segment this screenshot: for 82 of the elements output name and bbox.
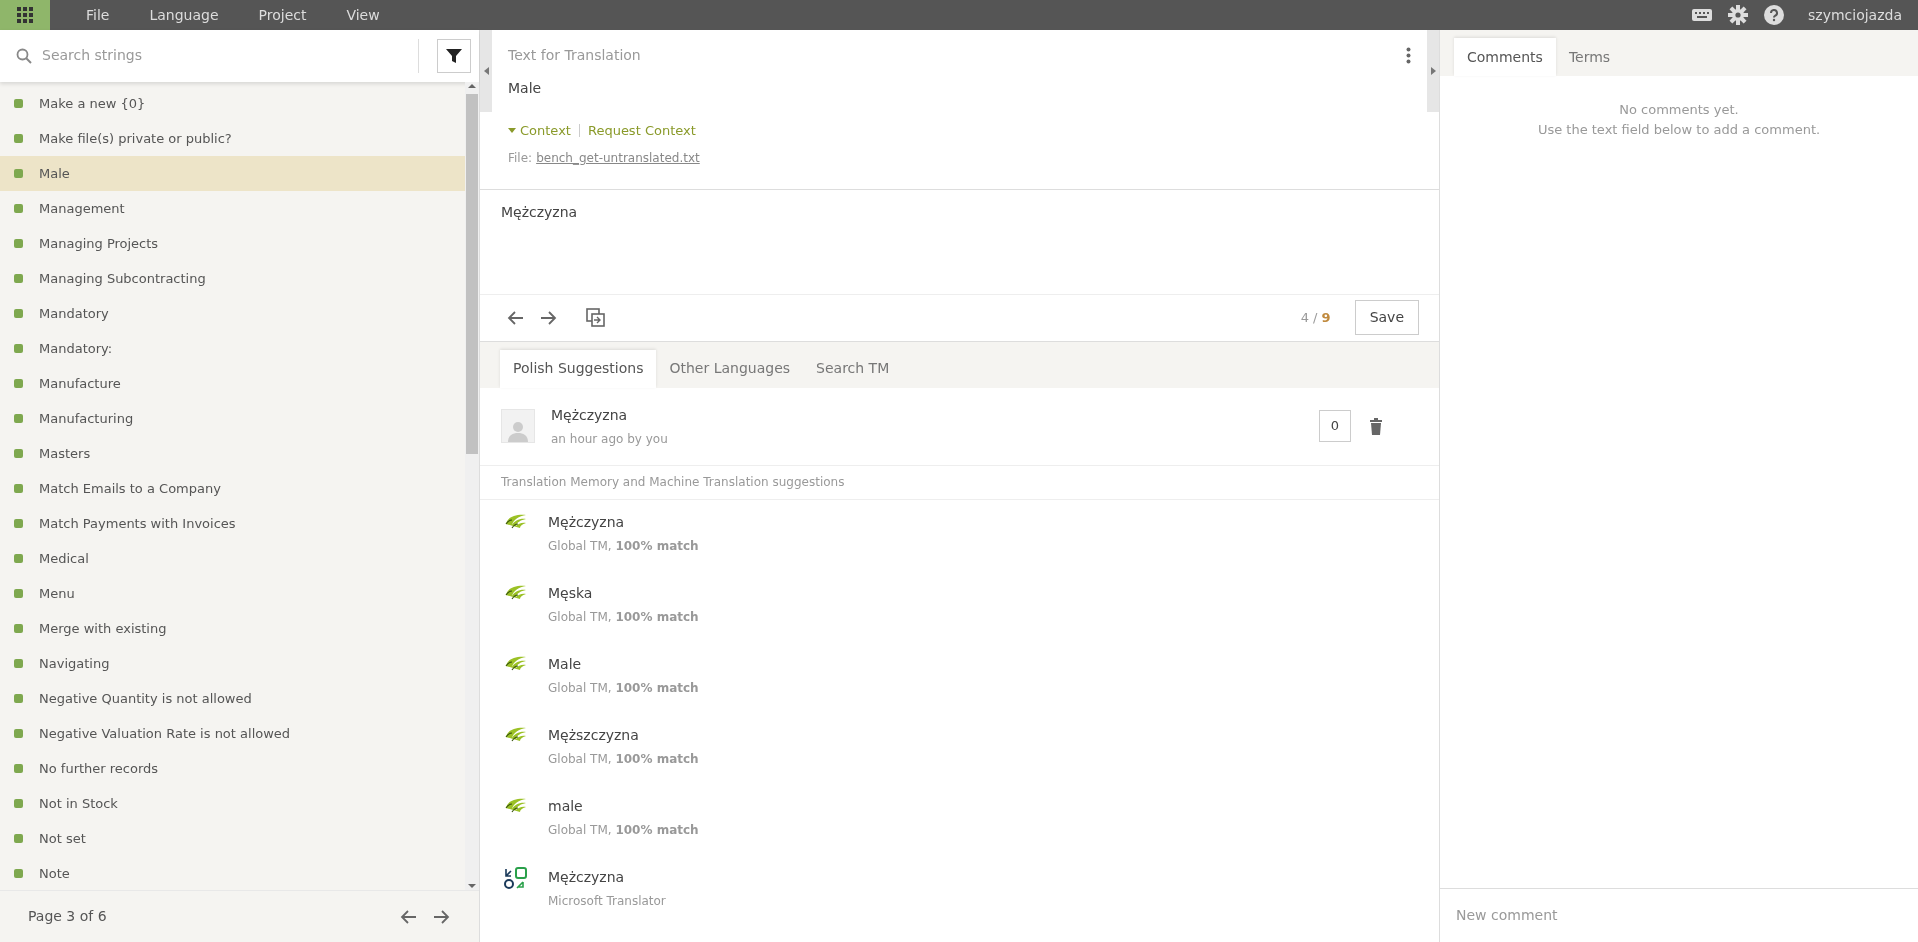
search-field[interactable]: Search strings — [16, 30, 400, 82]
suggestion-text[interactable]: Mężczyzna — [548, 866, 666, 888]
vote-count[interactable]: 0 — [1319, 410, 1351, 442]
person-silhouette-icon — [507, 420, 529, 442]
string-item[interactable]: Managing Projects — [0, 225, 465, 261]
string-item[interactable]: Merge with existing — [0, 610, 465, 646]
suggestion-source: Global TM, 100% match — [548, 821, 699, 839]
settings-icon[interactable] — [1728, 5, 1748, 25]
filter-button[interactable] — [437, 38, 471, 73]
filter-icon — [445, 46, 463, 65]
search-input[interactable]: Search strings — [40, 44, 400, 68]
top-menu-entry[interactable]: Language — [129, 4, 239, 26]
caret-left-icon — [482, 66, 490, 76]
string-item[interactable]: Match Emails to a Company — [0, 470, 465, 506]
previous-page-icon[interactable] — [399, 907, 417, 926]
string-item[interactable]: Not set — [0, 820, 465, 856]
translate-icon — [504, 866, 528, 891]
suggestion-tab[interactable]: Search TM — [803, 349, 903, 388]
scrollbar[interactable] — [465, 81, 479, 891]
string-item[interactable]: Manufacturing — [0, 400, 465, 436]
source-text: Male — [508, 79, 543, 98]
apps-grid-icon[interactable] — [0, 0, 50, 30]
grid-icon — [17, 7, 33, 23]
string-item[interactable]: Male — [0, 155, 465, 191]
side-tab[interactable]: Comments — [1454, 38, 1556, 76]
string-item[interactable]: Negative Valuation Rate is not allowed — [0, 715, 465, 751]
string-item[interactable]: Make a new {0} — [0, 85, 465, 121]
trash-icon[interactable] — [1369, 417, 1383, 435]
suggestion-source: Global TM, 100% match — [548, 608, 699, 626]
user-name[interactable]: szymciojazda — [1808, 4, 1902, 26]
collapse-left-handle[interactable] — [480, 30, 492, 112]
file-label: File: — [508, 149, 533, 167]
empty-message: No comments yet. — [1618, 101, 1740, 119]
string-item[interactable]: Make file(s) private or public? — [0, 120, 465, 156]
top-menu-entry[interactable]: View — [326, 4, 400, 26]
string-item[interactable]: Navigating — [0, 645, 465, 681]
suggestion-text[interactable]: Male — [548, 653, 699, 675]
suggestion-source: Microsoft Translator — [548, 892, 666, 910]
string-item[interactable]: Note — [0, 855, 465, 891]
suggestion-text[interactable]: male — [548, 795, 699, 817]
collapse-right-handle[interactable] — [1427, 30, 1439, 112]
string-item[interactable]: Medical — [0, 540, 465, 576]
suggestion-tab[interactable]: Other Languages — [656, 349, 804, 388]
caret-down-icon — [508, 128, 516, 134]
section-label: Translation Memory and Machine Translation suggestions — [480, 465, 1439, 500]
page-indicator: Page 3 of 6 — [28, 907, 107, 926]
string-item[interactable]: Not in Stock — [0, 785, 465, 821]
search-icon — [16, 47, 32, 64]
string-counter: 4 / 9 — [1300, 308, 1331, 327]
suggestion-source: Global TM, 100% match — [548, 679, 699, 697]
translation-field[interactable]: Mężczyzna — [480, 188, 1439, 294]
suggestion-text[interactable]: Mężczyzna — [548, 511, 699, 533]
more-options-icon[interactable] — [1406, 46, 1411, 64]
copy-source-icon[interactable] — [586, 308, 605, 327]
section-heading: Text for Translation — [508, 45, 641, 65]
top-menu-entry[interactable]: Project — [238, 4, 327, 26]
caret-right-icon — [1429, 66, 1437, 76]
top-menu-entry[interactable]: File — [66, 4, 130, 26]
next-page-icon[interactable] — [433, 907, 451, 926]
help-icon[interactable] — [1764, 5, 1784, 25]
suggestion-text[interactable]: Mężczyzna — [551, 404, 668, 426]
string-item[interactable]: No further records — [0, 750, 465, 786]
string-item[interactable]: Match Payments with Invoices — [0, 505, 465, 541]
suggestion-meta: an hour ago by you — [551, 430, 668, 448]
string-item[interactable]: Menu — [0, 575, 465, 611]
keyboard-icon[interactable] — [1692, 8, 1712, 22]
file-link[interactable]: bench_get-untranslated.txt — [536, 148, 700, 167]
save-button[interactable]: Save — [1354, 300, 1419, 335]
empty-message: Use the text field below to add a comment. — [1536, 120, 1822, 139]
string-item[interactable]: Managing Subcontracting — [0, 260, 465, 296]
suggestion-text[interactable]: Męższczyzna — [548, 724, 699, 746]
string-item[interactable]: Manufacture — [0, 365, 465, 401]
string-item[interactable]: Masters — [0, 435, 465, 471]
suggestion-tab[interactable]: Polish Suggestions — [500, 349, 657, 388]
string-item[interactable]: Management — [0, 190, 465, 226]
suggestion-text[interactable]: Męska — [548, 582, 699, 604]
string-item[interactable]: Mandatory — [0, 295, 465, 331]
string-item[interactable]: Negative Quantity is not allowed — [0, 680, 465, 716]
side-tab[interactable]: Terms — [1555, 38, 1624, 76]
suggestion-source: Global TM, 100% match — [548, 537, 699, 555]
string-item[interactable]: Mandatory: — [0, 330, 465, 366]
suggestion-source: Global TM, 100% match — [548, 750, 699, 768]
